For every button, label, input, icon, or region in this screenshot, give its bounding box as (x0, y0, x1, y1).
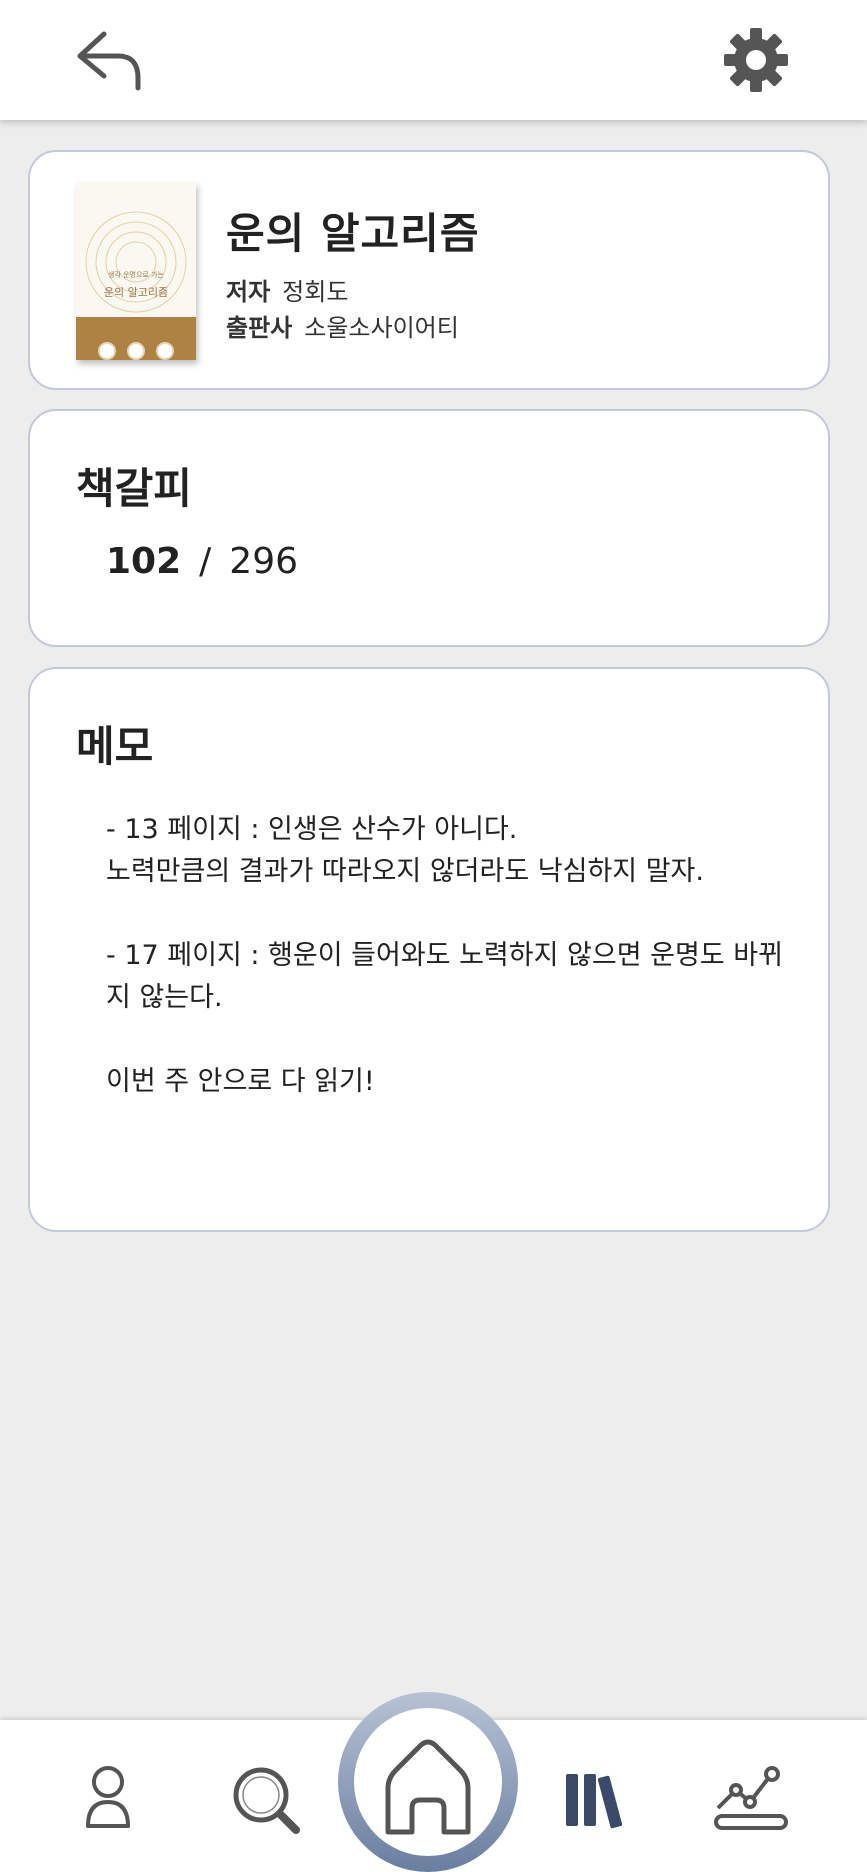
library-icon (566, 1774, 623, 1829)
memo-text[interactable]: - 13 페이지 : 인생은 산수가 아니다. 노력만큼의 결과가 따라오지 않… (106, 809, 806, 1103)
back-arrow-icon (77, 31, 141, 91)
page-progress: 102 / 296 (106, 541, 298, 582)
home-icon (385, 1739, 471, 1835)
publisher-label: 출판사 (226, 314, 293, 342)
book-title: 운의 알고리즘 (226, 209, 480, 258)
memo-card[interactable]: 메모 - 13 페이지 : 인생은 산수가 아니다. 노력만큼의 결과가 따라오… (28, 667, 830, 1232)
top-bar (0, 0, 867, 120)
search-icon (233, 1767, 300, 1834)
publisher-value: 소울소사이어티 (304, 314, 459, 342)
home-button-face (354, 1708, 502, 1856)
page-separator: / (199, 541, 212, 582)
nav-search-button[interactable] (226, 1760, 306, 1840)
author-row: 저자 정회도 (226, 272, 348, 307)
cover-badge (127, 342, 145, 360)
book-cover: 생각 운명으로 가는 운의 알고리즘 (76, 182, 196, 360)
cover-badge (98, 342, 116, 360)
back-button[interactable] (70, 28, 150, 98)
nav-profile-button[interactable] (68, 1760, 148, 1840)
gear-icon (724, 28, 788, 92)
cover-subtitle: 생각 운명으로 가는 (108, 271, 164, 279)
cover-badge (156, 342, 174, 360)
bookmark-card[interactable]: 책갈피 102 / 296 (28, 409, 830, 647)
nav-home-button[interactable] (338, 1692, 518, 1872)
cover-title: 운의 알고리즘 (103, 286, 169, 299)
author-value: 정회도 (282, 278, 349, 306)
profile-icon (86, 1766, 130, 1828)
memo-heading: 메모 (76, 722, 154, 771)
settings-button[interactable] (716, 24, 796, 96)
nav-stats-button[interactable] (710, 1760, 790, 1840)
publisher-row: 출판사 소울소사이어티 (226, 308, 459, 343)
nav-library-button[interactable] (556, 1760, 636, 1840)
current-page: 102 (106, 541, 182, 582)
bookmark-heading: 책갈피 (76, 464, 192, 513)
total-pages: 296 (229, 541, 299, 582)
stats-icon (714, 1766, 788, 1830)
book-info-card: 생각 운명으로 가는 운의 알고리즘 운의 알고리즘 저자 정회도 출판사 소울소사… (28, 150, 830, 390)
author-label: 저자 (226, 278, 271, 306)
